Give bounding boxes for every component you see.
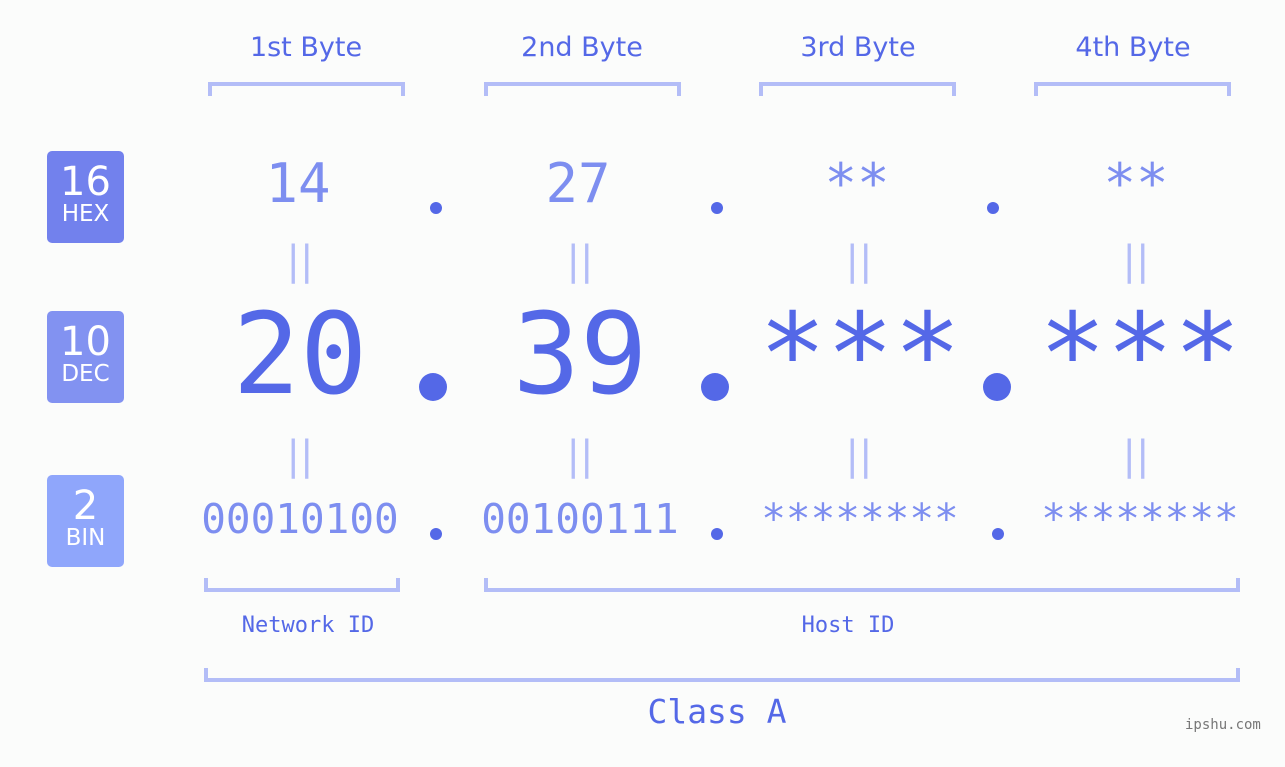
byte-header-2: 2nd Byte xyxy=(521,32,643,63)
dec-byte-1: 20 xyxy=(232,290,368,420)
hex-dot-3 xyxy=(987,202,999,214)
hex-badge-label: HEX xyxy=(61,201,110,227)
bin-badge-label: BIN xyxy=(65,525,106,551)
host-id-bracket xyxy=(484,578,1240,592)
byte-header-1: 1st Byte xyxy=(249,32,363,63)
equals-icon: || xyxy=(566,238,594,284)
class-label: Class A xyxy=(647,692,787,731)
equals-icon: || xyxy=(1122,433,1150,479)
byte-bracket-1 xyxy=(208,82,405,96)
byte-header-3: 3rd Byte xyxy=(800,32,916,63)
equals-icon: || xyxy=(286,238,314,284)
hex-badge: 16 HEX xyxy=(47,151,124,243)
byte-bracket-3 xyxy=(759,82,956,96)
watermark: ipshu.com xyxy=(1185,717,1261,733)
byte-bracket-4 xyxy=(1034,82,1231,96)
hex-dot-2 xyxy=(711,202,723,214)
equals-icon: || xyxy=(845,238,873,284)
equals-icon: || xyxy=(286,433,314,479)
dec-badge-label: DEC xyxy=(61,361,110,387)
bin-byte-4: ******** xyxy=(1041,495,1239,543)
network-id-bracket xyxy=(204,578,400,592)
bin-byte-2: 00100111 xyxy=(481,495,679,543)
dec-badge: 10 DEC xyxy=(47,311,124,403)
class-bracket xyxy=(204,668,1240,682)
dec-dot-1 xyxy=(419,373,447,401)
hex-byte-4: ** xyxy=(1103,152,1169,215)
dec-byte-4: *** xyxy=(1038,290,1242,420)
host-id-label: Host ID xyxy=(801,613,895,638)
equals-icon: || xyxy=(845,433,873,479)
dec-dot-2 xyxy=(701,373,729,401)
dec-badge-number: 10 xyxy=(60,319,111,365)
dec-byte-2: 39 xyxy=(512,290,648,420)
bin-badge-number: 2 xyxy=(72,483,99,529)
byte-header-4: 4th Byte xyxy=(1075,32,1191,63)
hex-badge-number: 16 xyxy=(60,159,111,205)
equals-icon: || xyxy=(566,433,594,479)
equals-icon: || xyxy=(1122,238,1150,284)
bin-byte-1: 00010100 xyxy=(201,495,399,543)
network-id-label: Network ID xyxy=(241,613,375,638)
bin-byte-3: ******** xyxy=(761,495,959,543)
hex-byte-3: ** xyxy=(824,152,890,215)
hex-byte-1: 14 xyxy=(265,152,331,215)
hex-dot-1 xyxy=(430,202,442,214)
dec-byte-3: *** xyxy=(758,290,962,420)
hex-byte-2: 27 xyxy=(545,152,611,215)
byte-bracket-2 xyxy=(484,82,681,96)
bin-dot-1 xyxy=(430,528,442,540)
bin-dot-3 xyxy=(992,528,1004,540)
bin-dot-2 xyxy=(711,528,723,540)
dec-dot-3 xyxy=(983,373,1011,401)
bin-badge: 2 BIN xyxy=(47,475,124,567)
